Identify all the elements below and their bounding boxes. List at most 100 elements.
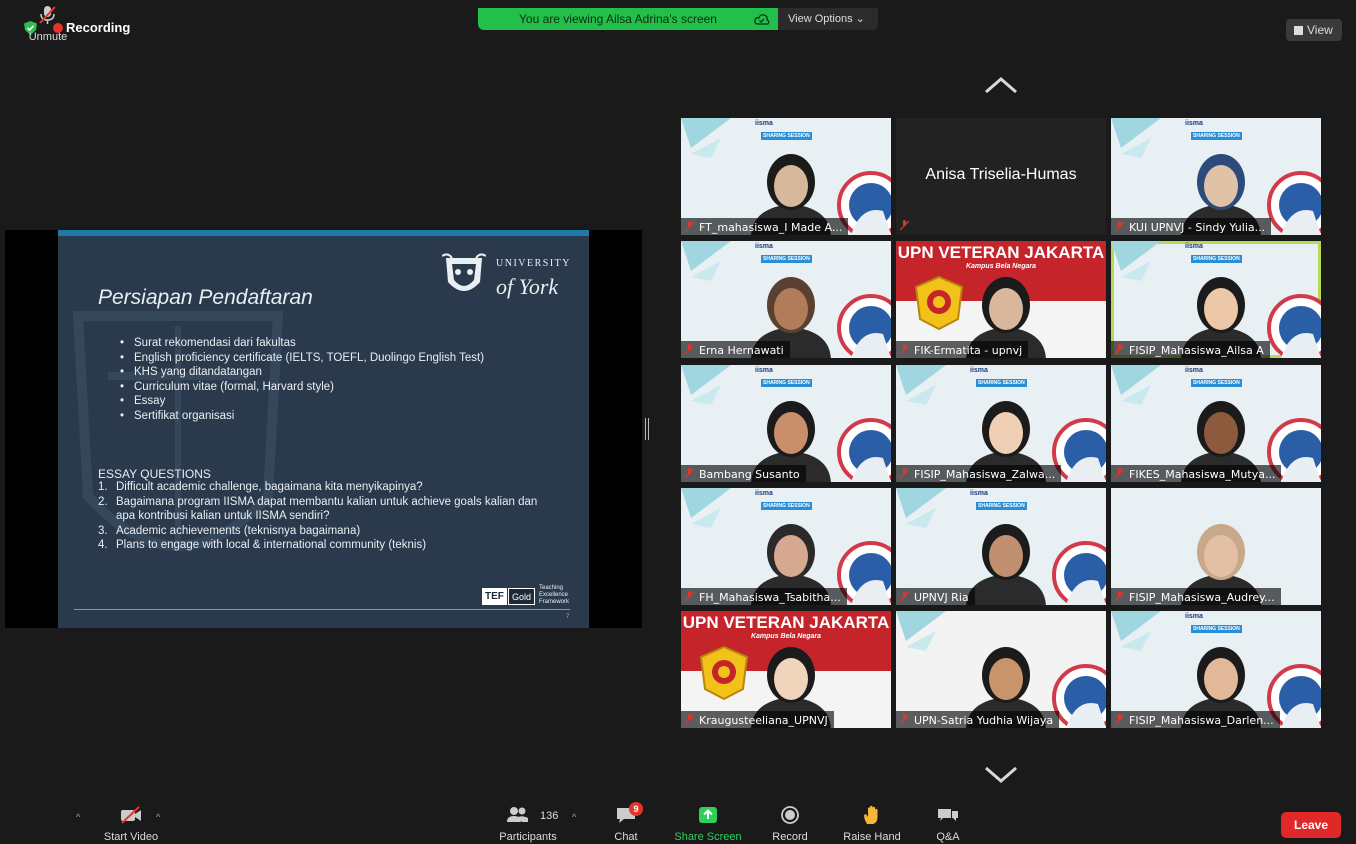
record-button[interactable]: Record (764, 800, 816, 844)
participants-button[interactable]: Participants (492, 800, 564, 844)
audio-options-caret-icon[interactable]: ^ (76, 812, 80, 822)
participants-caret-icon[interactable]: ^ (572, 812, 576, 822)
participant-video-tile[interactable]: UPN VETERAN JAKARTA Kampus Bela Negara Kra… (681, 611, 891, 728)
participant-name-large: Anisa Triselia-Humas (925, 166, 1077, 183)
record-label: Record (772, 831, 808, 843)
tef-label: TEF (482, 588, 507, 605)
participant-video-tile[interactable]: iisma SHARING SESSION UPNVJ Ria (896, 488, 1106, 605)
share-screen-icon (699, 807, 717, 823)
requirements-list: Surat rekomendasi dari fakultas English … (120, 336, 520, 423)
slide-title: Persiapan Pendaftaran (98, 286, 313, 309)
split-view-drag-handle[interactable] (645, 418, 649, 440)
muted-microphone-icon (1115, 221, 1124, 232)
video-off-icon (121, 806, 141, 824)
muted-microphone-icon (900, 591, 909, 602)
participant-name-label: FT_mahasiswa_I Made A... (681, 218, 849, 235)
background-shape-icon (1111, 241, 1161, 281)
background-shape-icon (1111, 118, 1161, 158)
participant-name-label: Erna Hernawati (681, 341, 790, 358)
participant-video-tile[interactable]: iisma SHARING SESSION FT_mahasiswa_I Made … (681, 118, 891, 235)
tef-gold-label: Gold (508, 588, 536, 605)
slide-page-number: 7 (566, 614, 570, 620)
view-layout-label: View (1307, 23, 1333, 37)
video-options-caret-icon[interactable]: ^ (156, 812, 160, 822)
muted-microphone-icon (685, 714, 694, 725)
participant-name-label: FISIP_Mahasiswa_Audrey... (1111, 588, 1281, 605)
list-item: Essay (120, 394, 520, 409)
list-item: English proficiency certificate (IELTS, … (120, 351, 520, 366)
meeting-top-bar: Recording You are viewing Ailsa Adrina's… (0, 0, 1356, 50)
participant-video-tile[interactable]: iisma SHARING SESSION Bambang Susanto (681, 365, 891, 482)
participant-video-tile[interactable]: FISIP_Mahasiswa_Audrey... (1111, 488, 1321, 605)
participant-video-tile[interactable]: iisma SHARING SESSION FISIP_Mahasiswa_Ails… (1111, 241, 1321, 358)
background-shape-icon (896, 365, 946, 405)
list-item: 2. Bagaimana program IISMA dapat membantu… (98, 495, 538, 523)
unmute-label: Unmute (28, 31, 68, 43)
muted-microphone-icon (685, 344, 694, 355)
participants-label: Participants (499, 831, 557, 843)
list-item: Sertifikat organisasi (120, 409, 520, 424)
share-screen-button[interactable]: Share Screen (668, 800, 748, 844)
unmute-button[interactable]: Unmute (22, 0, 74, 44)
start-video-label: Start Video (103, 831, 159, 843)
logo-of-york-text: of York (496, 274, 559, 299)
upn-title-text: UPN VETERAN JAKARTA (682, 613, 890, 632)
background-shape-icon (896, 611, 946, 651)
participant-video-tile[interactable]: iisma SHARING SESSION FISIP_Mahasiswa_Zalw… (896, 365, 1106, 482)
banner-brand-text: iisma (1185, 613, 1203, 620)
participant-name-label: Kraugusteeliana_UPNVJ (681, 711, 834, 728)
viewing-screen-text: You are viewing Ailsa Adrina's screen (519, 12, 717, 26)
leave-button[interactable]: Leave (1281, 812, 1341, 838)
participant-video-tile[interactable]: iisma SHARING SESSION FH_Mahasiswa_Tsabith… (681, 488, 891, 605)
muted-microphone-icon (685, 221, 694, 232)
background-shape-icon (681, 241, 731, 281)
view-layout-button[interactable]: View (1286, 19, 1342, 41)
qa-button[interactable]: Q&A (926, 800, 970, 844)
raise-hand-label: Raise Hand (843, 831, 901, 843)
background-shape-icon (1111, 365, 1161, 405)
participant-video-tile[interactable]: iisma SHARING SESSION Erna Hernawati (681, 241, 891, 358)
participant-name-label: FH_Mahasiswa_Tsabitha... (681, 588, 847, 605)
participant-name-label: FIKES_Mahasiswa_Mutya... (1111, 465, 1282, 482)
participant-name-label: FISIP_Mahasiswa_Zalwa... (896, 465, 1062, 482)
participant-name-label: UPN-Satria Yudhia Wijaya (896, 711, 1060, 728)
participant-name-label: FIK-Ermatita - upnvj (896, 341, 1029, 358)
chevron-up-icon[interactable] (984, 76, 1018, 94)
banner-brand-text: iisma (755, 120, 773, 127)
participant-video-tile[interactable]: UPN VETERAN JAKARTA Kampus Bela Negara FIK… (896, 241, 1106, 358)
participant-video-tile[interactable]: iisma SHARING SESSION FISIP_Mahasiswa_Darl… (1111, 611, 1321, 728)
start-video-button[interactable]: Start Video (96, 800, 166, 844)
york-crest-icon (442, 253, 486, 291)
banner-brand-text: iisma (755, 490, 773, 497)
muted-microphone-icon (1115, 344, 1124, 355)
banner-brand-text: iisma (970, 367, 988, 374)
background-shape-icon (681, 488, 731, 528)
banner-brand-text: iisma (755, 243, 773, 250)
participant-video-tile[interactable]: iisma SHARING SESSION FIKES_Mahasiswa_Muty… (1111, 365, 1321, 482)
participant-video-tile[interactable]: Anisa Triselia-Humas (896, 118, 1106, 235)
tef-caption: Teaching Excellence Framework (539, 585, 570, 605)
background-shape-icon (681, 118, 731, 158)
grid-icon (1294, 26, 1303, 35)
chevron-down-icon[interactable] (984, 766, 1018, 784)
banner-brand-text: iisma (755, 367, 773, 374)
participant-video-tile[interactable]: iisma SHARING SESSION KUI UPNVJ - Sindy Yu… (1111, 118, 1321, 235)
essay-questions-list: 1. Difficult academic challenge, bagaiman… (98, 480, 558, 553)
participant-video-tile[interactable]: UPN-Satria Yudhia Wijaya (896, 611, 1106, 728)
raise-hand-button[interactable]: Raise Hand (836, 800, 908, 844)
participant-name-label: KUI UPNVJ - Sindy Yulia... (1111, 218, 1272, 235)
slide-divider (74, 609, 570, 610)
qa-label: Q&A (936, 831, 960, 843)
participant-count: 136 (540, 810, 559, 822)
participants-icon (507, 807, 528, 822)
presentation-slide: Persiapan Pendaftaran UNIVERSITY of York… (58, 230, 589, 628)
muted-microphone-icon (1115, 714, 1124, 725)
tef-gold-logo: TEF Gold Teaching Excellence Framework (482, 585, 582, 609)
muted-microphone-icon (900, 220, 909, 231)
view-options-button[interactable]: View Options ⌄ (778, 8, 878, 30)
raise-hand-icon (864, 805, 878, 824)
cloud-icon (754, 14, 770, 25)
list-item: KHS yang ditandatangan (120, 365, 520, 380)
qa-bubbles-icon (938, 809, 958, 821)
participant-name-label: UPNVJ Ria (896, 588, 975, 605)
